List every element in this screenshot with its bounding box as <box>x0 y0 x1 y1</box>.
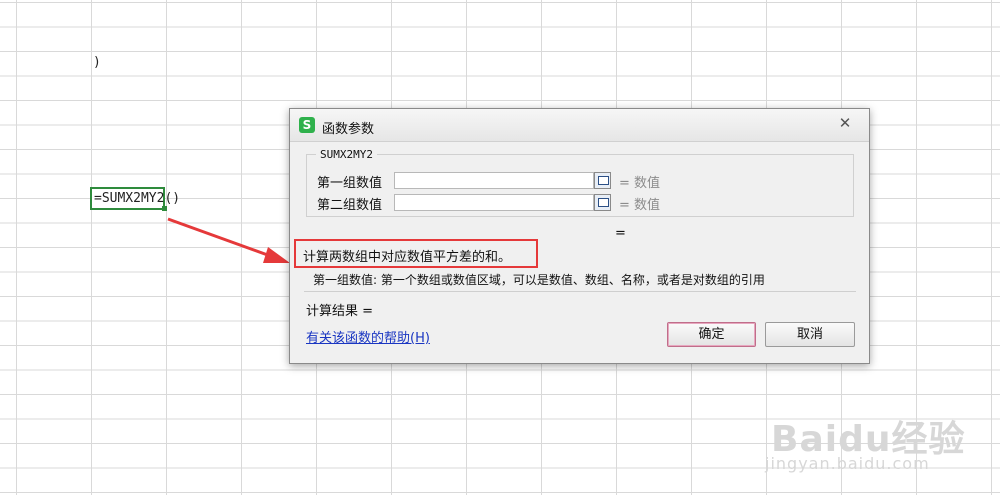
arg1-label: 第一组数值 <box>317 176 383 191</box>
arg2-range-select-button[interactable] <box>594 194 611 211</box>
arg2-value-hint: = 数值 <box>619 198 661 213</box>
function-arguments-dialog: S 函数参数 ✕ SUMX2MY2 第一组数值 = 数值 第二组数值 = 数值 … <box>289 108 870 364</box>
arg2-input[interactable] <box>394 194 594 211</box>
argument-description: 第一组数值: 第一个数组或数值区域，可以是数值、数组、名称，或者是对数组的引用 <box>313 273 765 287</box>
arg1-range-select-button[interactable] <box>594 172 611 189</box>
ok-button[interactable]: 确定 <box>667 322 756 347</box>
arg2-label: 第二组数值 <box>317 198 383 213</box>
divider <box>304 291 856 292</box>
wps-app-icon: S <box>299 117 315 133</box>
range-select-icon <box>598 198 609 207</box>
function-help-link[interactable]: 有关该函数的帮助(H) <box>306 327 430 346</box>
calculation-result: 计算结果 = <box>306 304 374 319</box>
dialog-title: 函数参数 <box>322 122 375 137</box>
cancel-button[interactable]: 取消 <box>765 322 855 347</box>
close-icon[interactable]: ✕ <box>835 113 855 133</box>
baidu-jingyan-watermark: Baidu经验 jingyan.baidu.com <box>763 410 993 490</box>
arg1-input[interactable] <box>394 172 594 189</box>
watermark-url: jingyan.baidu.com <box>765 454 930 473</box>
arg1-value-hint: = 数值 <box>619 176 661 191</box>
function-description: 计算两数组中对应数值平方差的和。 <box>303 250 512 265</box>
function-result-equals: = <box>615 226 626 241</box>
dialog-titlebar[interactable]: S 函数参数 ✕ <box>290 109 869 142</box>
function-name: SUMX2MY2 <box>316 148 377 161</box>
range-select-icon <box>598 176 609 185</box>
